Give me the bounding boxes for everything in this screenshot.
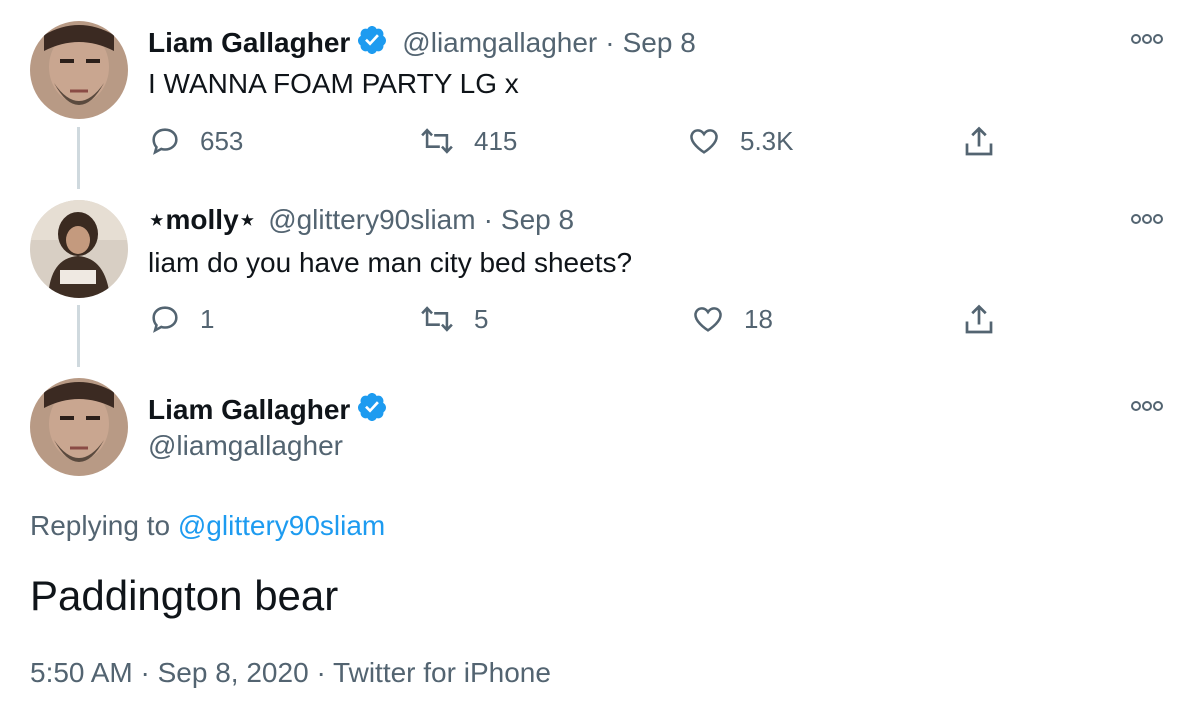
like-button[interactable]: 5.3K bbox=[686, 124, 794, 158]
reply-button[interactable]: 1 bbox=[148, 302, 214, 336]
main-header: Liam Gallagher bbox=[148, 391, 388, 428]
avatar[interactable] bbox=[30, 200, 128, 298]
replying-to-handle-link[interactable]: @glittery90sliam bbox=[178, 510, 385, 541]
retweet-button[interactable]: 415 bbox=[418, 124, 517, 158]
retweet-count: 5 bbox=[474, 303, 489, 334]
tweet-text: liam do you have man city bed sheets? bbox=[148, 247, 633, 278]
display-name[interactable]: Liam Gallagher bbox=[148, 394, 350, 426]
separator: · bbox=[605, 26, 615, 58]
avatar[interactable] bbox=[30, 21, 128, 119]
separator: · bbox=[483, 203, 493, 235]
reply-count: 653 bbox=[200, 125, 244, 156]
retweet-count: 415 bbox=[474, 125, 518, 156]
like-icon bbox=[690, 302, 726, 336]
reply-icon bbox=[148, 302, 182, 336]
reply-icon bbox=[148, 124, 182, 158]
reply-button[interactable]: 653 bbox=[148, 124, 243, 158]
like-count: 5.3K bbox=[740, 125, 794, 156]
like-count: 18 bbox=[744, 303, 773, 334]
verified-badge-icon bbox=[356, 24, 388, 61]
separator: · bbox=[316, 657, 326, 688]
share-icon[interactable] bbox=[961, 302, 997, 343]
display-name[interactable]: Liam Gallagher bbox=[148, 27, 350, 59]
thread-connector bbox=[77, 305, 80, 367]
tweet-timestamp-row: 5:50 AM · Sep 8, 2020 · Twitter for iPho… bbox=[30, 657, 551, 689]
handle[interactable]: @glittery90sliam bbox=[268, 204, 475, 236]
separator: · bbox=[140, 657, 150, 688]
display-name[interactable]: ⋆molly⋆ bbox=[148, 203, 256, 236]
share-icon[interactable] bbox=[961, 124, 997, 165]
like-button[interactable]: 18 bbox=[690, 302, 773, 336]
more-icon[interactable] bbox=[1130, 30, 1164, 53]
source-link[interactable]: Twitter for iPhone bbox=[333, 657, 551, 688]
time[interactable]: 5:50 AM bbox=[30, 657, 133, 688]
tweet2-header: ⋆molly⋆ @glittery90sliam · Sep 8 bbox=[148, 203, 574, 236]
like-icon bbox=[686, 124, 722, 158]
replying-to-label: Replying to bbox=[30, 510, 171, 541]
replying-to: Replying to @glittery90sliam bbox=[30, 510, 385, 542]
more-icon[interactable] bbox=[1130, 210, 1164, 233]
tweet-text: I WANNA FOAM PARTY LG x bbox=[148, 68, 519, 99]
tweet1-header: Liam Gallagher @liamgallagher · Sep 8 bbox=[148, 24, 696, 61]
timestamp[interactable]: Sep 8 bbox=[623, 27, 696, 59]
date[interactable]: Sep 8, 2020 bbox=[158, 657, 309, 688]
reply-count: 1 bbox=[200, 303, 215, 334]
timestamp[interactable]: Sep 8 bbox=[501, 204, 574, 236]
avatar[interactable] bbox=[30, 378, 128, 476]
retweet-icon bbox=[418, 302, 456, 336]
tweet-text: Paddington bear bbox=[30, 572, 339, 619]
verified-badge-icon bbox=[356, 391, 388, 428]
handle[interactable]: @liamgallagher bbox=[402, 27, 597, 59]
retweet-icon bbox=[418, 124, 456, 158]
retweet-button[interactable]: 5 bbox=[418, 302, 488, 336]
handle[interactable]: @liamgallagher bbox=[148, 430, 343, 462]
thread-connector bbox=[77, 127, 80, 189]
more-icon[interactable] bbox=[1130, 397, 1164, 420]
